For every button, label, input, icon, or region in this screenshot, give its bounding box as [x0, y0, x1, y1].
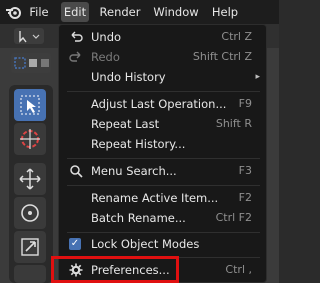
undo-shortcut: Ctrl Z — [221, 30, 252, 43]
redo-label: Redo — [91, 50, 120, 64]
menu-item-batch-rename[interactable]: Batch Rename... Ctrl F2 — [59, 208, 268, 228]
repeat-history-label: Repeat History... — [91, 137, 186, 151]
move-tool-icon[interactable] — [14, 163, 46, 195]
menu-edit[interactable]: Edit — [61, 2, 89, 22]
batch-rename-label: Batch Rename... — [91, 211, 186, 225]
menu-separator — [67, 158, 260, 159]
rotate-tool-icon[interactable] — [14, 197, 46, 229]
batch-rename-shortcut: Ctrl F2 — [215, 211, 252, 224]
menu-item-repeat-last[interactable]: Repeat Last Shift R — [59, 114, 268, 134]
cursor-tool-icon[interactable] — [14, 123, 46, 155]
undo-label: Undo — [91, 30, 122, 44]
blender-logo-icon[interactable] — [5, 4, 23, 20]
undo-history-label: Undo History — [91, 70, 166, 84]
scale-tool-icon[interactable] — [14, 231, 46, 263]
repeat-last-shortcut: Shift R — [215, 117, 252, 130]
menu-item-adjust-last-operation[interactable]: Adjust Last Operation... F9 — [59, 94, 268, 114]
menu-render[interactable]: Render — [99, 0, 141, 24]
menu-item-undo[interactable]: Undo Ctrl Z — [59, 27, 268, 47]
menu-item-undo-history[interactable]: Undo History ▸ — [59, 67, 268, 87]
menu-help[interactable]: Help — [210, 0, 240, 24]
preferences-shortcut: Ctrl , — [225, 263, 252, 276]
lock-object-modes-label: Lock Object Modes — [91, 237, 200, 251]
redo-icon — [69, 51, 81, 62]
repeat-last-label: Repeat Last — [91, 117, 160, 131]
menu-item-rename-active-item[interactable]: Rename Active Item... F2 — [59, 188, 268, 208]
selection-mode-icons[interactable] — [11, 53, 51, 73]
rename-active-item-shortcut: F2 — [238, 191, 252, 204]
menu-separator — [67, 91, 260, 92]
checkbox-checked-icon[interactable]: ✓ — [69, 238, 81, 250]
search-icon — [70, 165, 83, 178]
adjust-last-operation-shortcut: F9 — [238, 97, 252, 110]
select-tool-icon[interactable] — [14, 89, 46, 121]
menu-window[interactable]: Window — [150, 0, 202, 24]
transform-tool-icon[interactable] — [14, 265, 46, 283]
menu-item-repeat-history[interactable]: Repeat History... — [59, 134, 268, 154]
menu-search-shortcut: F3 — [238, 164, 252, 177]
top-menubar: File Edit Render Window Help — [0, 0, 279, 24]
adjust-last-operation-label: Adjust Last Operation... — [91, 97, 227, 111]
highlight-annotation-box — [51, 256, 179, 283]
submenu-arrow-icon: ▸ — [255, 72, 260, 82]
menu-separator — [67, 232, 260, 233]
undo-icon — [71, 31, 83, 42]
menu-item-lock-object-modes[interactable]: ✓ Lock Object Modes — [59, 234, 268, 254]
menu-item-menu-search[interactable]: Menu Search... F3 — [59, 161, 268, 181]
menu-separator — [67, 185, 260, 186]
menu-file[interactable]: File — [27, 0, 51, 24]
menu-search-label: Menu Search... — [91, 164, 177, 178]
redo-shortcut: Shift Ctrl Z — [192, 50, 252, 63]
cursor-mode-icon[interactable] — [14, 28, 44, 44]
edit-menu-dropdown: Undo Ctrl Z Redo Shift Ctrl Z Undo Histo… — [58, 24, 267, 283]
rename-active-item-label: Rename Active Item... — [91, 191, 219, 205]
menu-item-redo[interactable]: Redo Shift Ctrl Z — [59, 47, 268, 67]
